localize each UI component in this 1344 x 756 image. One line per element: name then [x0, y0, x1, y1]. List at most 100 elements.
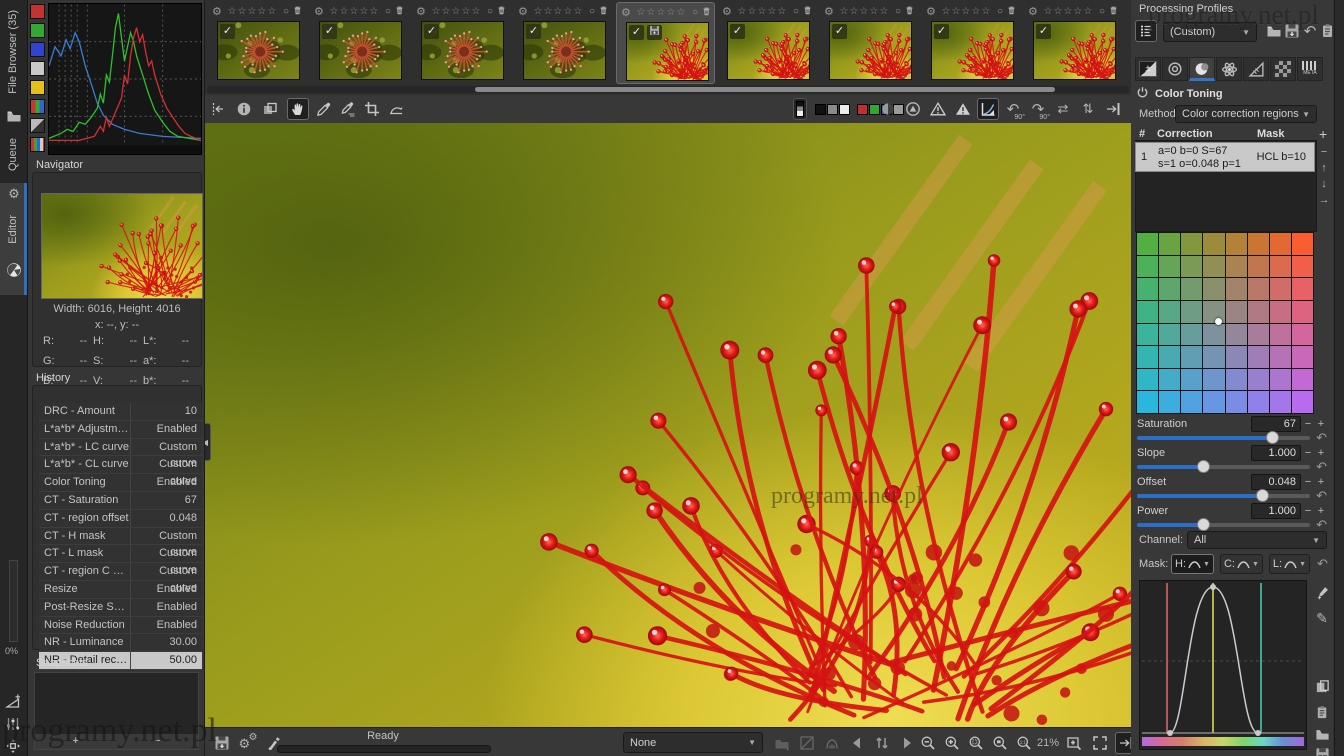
history-row[interactable]: CT - H mask Custom curve: [39, 527, 202, 558]
zoom-in-button[interactable]: [941, 732, 963, 754]
monitor-profile-button[interactable]: [771, 732, 793, 754]
slider-increment-button[interactable]: +: [1315, 418, 1327, 430]
color-grid-cell[interactable]: [1203, 255, 1225, 278]
filmstrip-thumbnail[interactable]: ⚙ ☆☆☆☆☆ ○ ✓: [616, 2, 715, 84]
zoom-100-button[interactable]: 1:1: [1013, 732, 1035, 754]
method-select[interactable]: Color correction regions ▼: [1175, 105, 1317, 123]
check-badge-icon[interactable]: ✓: [424, 24, 439, 39]
save-image-button[interactable]: [211, 732, 233, 754]
color-grid-cell[interactable]: [1137, 368, 1159, 391]
histogram-luminosity-button[interactable]: [30, 61, 45, 76]
tab-advanced[interactable]: [1216, 57, 1242, 81]
color-grid-cell[interactable]: [1291, 368, 1313, 391]
history-row[interactable]: Post-Resize Sharp... Enabled: [39, 598, 202, 617]
thumb-image[interactable]: ✓: [931, 21, 1014, 80]
filmstrip-thumbnail[interactable]: ⚙ ☆☆☆☆☆ ○ ✓: [208, 2, 307, 84]
color-grid-cell[interactable]: [1247, 391, 1269, 413]
flip-horizontal-button[interactable]: ⇄: [1052, 98, 1074, 120]
history-row[interactable]: DRC - Amount 10: [39, 403, 202, 421]
filmstrip-thumbnail[interactable]: ⚙ ☆☆☆☆☆ ○ ✓: [820, 2, 919, 84]
history-row[interactable]: CT - Saturation 67: [39, 491, 202, 510]
mask-h-combo[interactable]: H: ▼: [1171, 554, 1214, 574]
history-row[interactable]: CT - L mask Custom curve: [39, 545, 202, 576]
before-after-view-button[interactable]: [259, 98, 281, 120]
history-row[interactable]: Color Toning Enabled: [39, 474, 202, 492]
color-grid-cell[interactable]: [1181, 391, 1203, 413]
pan-move-icon[interactable]: [3, 738, 23, 756]
slider-track[interactable]: [1137, 489, 1311, 502]
check-badge-icon[interactable]: ✓: [526, 24, 541, 39]
bg-white-swatch[interactable]: [839, 104, 850, 115]
slider-value[interactable]: 1.000: [1251, 444, 1301, 461]
paste-curve-button[interactable]: [1312, 702, 1332, 722]
move-region-up-button[interactable]: ↑: [1316, 162, 1332, 176]
color-grid-cell[interactable]: [1159, 255, 1181, 278]
color-label-icon[interactable]: ○: [385, 6, 391, 17]
add-to-queue-button[interactable]: ⚙ ⚙: [237, 732, 259, 754]
previous-image-button[interactable]: [846, 732, 868, 754]
trash-icon[interactable]: [701, 6, 712, 20]
collapse-left-panel-button[interactable]: [207, 98, 229, 120]
color-grid-cell[interactable]: [1291, 233, 1313, 255]
bg-gray-swatch[interactable]: [827, 104, 838, 115]
slider-increment-button[interactable]: +: [1315, 505, 1327, 517]
bg-black-swatch[interactable]: [815, 104, 826, 115]
check-badge-icon[interactable]: ✓: [1036, 24, 1051, 39]
crop-tool-button[interactable]: [361, 98, 383, 120]
remove-snapshot-button[interactable]: −: [117, 734, 199, 749]
slider-increment-button[interactable]: +: [1315, 476, 1327, 488]
color-grid-cell[interactable]: [1181, 278, 1203, 300]
color-grid-cell[interactable]: [1203, 323, 1225, 346]
tab-color[interactable]: [1189, 57, 1215, 81]
color-grid-cell[interactable]: [1181, 233, 1203, 255]
color-grid-cell[interactable]: [1203, 346, 1225, 368]
color-grid-cell[interactable]: [1137, 391, 1159, 413]
color-grid-cell[interactable]: [1225, 323, 1247, 346]
history-row[interactable]: Noise Reduction Enabled: [39, 616, 202, 635]
tab-exposure[interactable]: ±: [1135, 57, 1161, 81]
mask-c-combo[interactable]: C: ▼: [1219, 554, 1263, 574]
tab-raw[interactable]: [1270, 57, 1296, 81]
zoom-out-button[interactable]: [917, 732, 939, 754]
hue-mask-curve[interactable]: [1139, 580, 1307, 750]
hand-tool-button[interactable]: [287, 98, 309, 120]
slider-increment-button[interactable]: +: [1315, 447, 1327, 459]
color-grid-cell[interactable]: [1203, 391, 1225, 413]
thumb-image[interactable]: ✓: [829, 21, 912, 80]
color-grid-cell[interactable]: [1137, 300, 1159, 323]
color-grid-cell[interactable]: [1159, 300, 1181, 323]
flip-vertical-button[interactable]: ⇅: [1077, 98, 1099, 120]
color-label-icon[interactable]: ○: [895, 6, 901, 17]
histogram-bar-mode-button[interactable]: [30, 137, 45, 152]
trash-icon[interactable]: [496, 5, 507, 19]
histogram-chromaticity-button[interactable]: [30, 80, 45, 95]
filmstrip-thumbnail[interactable]: ⚙ ☆☆☆☆☆ ○ ✓: [514, 2, 613, 84]
equalizer-icon[interactable]: [3, 716, 23, 735]
color-label-icon[interactable]: ○: [1099, 6, 1105, 17]
duplicate-region-button[interactable]: →: [1316, 194, 1332, 208]
preview-modifiers-button[interactable]: [977, 98, 999, 120]
color-grid-cell[interactable]: [1247, 300, 1269, 323]
color-grid-cell[interactable]: [1291, 278, 1313, 300]
ab-color-grid[interactable]: [1136, 232, 1314, 414]
save-curve-button[interactable]: [1312, 744, 1332, 756]
color-grid-cell[interactable]: [1269, 346, 1291, 368]
history-row[interactable]: L*a*b* - LC curve Custom curve: [39, 438, 202, 469]
thumb-image[interactable]: ✓: [727, 21, 810, 80]
star-rating[interactable]: ☆☆☆☆☆: [222, 6, 283, 17]
color-grid-cell[interactable]: [1247, 233, 1269, 255]
star-rating[interactable]: ☆☆☆☆☆: [631, 7, 692, 18]
check-badge-icon[interactable]: ✓: [322, 24, 337, 39]
reset-mask-icon[interactable]: ↶: [1317, 556, 1328, 572]
color-grid-cell[interactable]: [1269, 323, 1291, 346]
add-snapshot-button[interactable]: +: [35, 734, 117, 749]
color-grid-cell[interactable]: [1225, 233, 1247, 255]
gamut-check-button[interactable]: [821, 732, 843, 754]
thumb-image[interactable]: ✓: [319, 21, 402, 80]
shadow-clipping-button[interactable]: [927, 98, 949, 120]
slider-decrement-button[interactable]: −: [1302, 418, 1314, 430]
color-grid-cell[interactable]: [1247, 278, 1269, 300]
color-grid-cell[interactable]: [1225, 278, 1247, 300]
thumb-image[interactable]: ✓: [1033, 21, 1116, 80]
next-image-button[interactable]: [896, 732, 918, 754]
